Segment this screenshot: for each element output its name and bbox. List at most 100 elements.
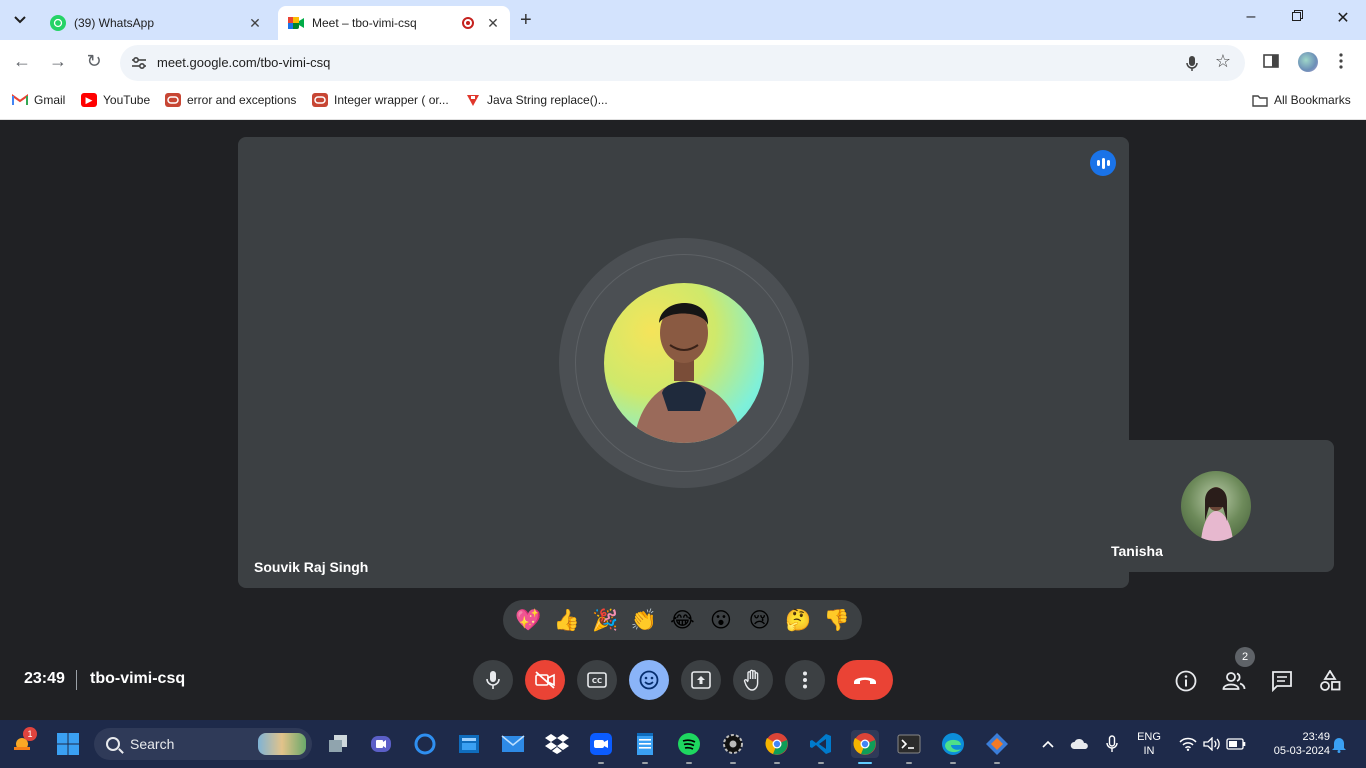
bookmark-label: YouTube bbox=[103, 93, 151, 107]
close-window-icon[interactable]: ✕ bbox=[1331, 8, 1355, 28]
reload-icon[interactable]: ↻ bbox=[82, 51, 106, 72]
vscode-icon[interactable] bbox=[807, 730, 835, 758]
oracle-icon bbox=[165, 93, 181, 107]
more-options-button[interactable] bbox=[785, 660, 825, 700]
all-bookmarks-button[interactable]: All Bookmarks bbox=[1252, 93, 1351, 107]
reaction-heart[interactable]: 💖 bbox=[511, 603, 545, 637]
bookmark-java-string-replace[interactable]: Java String replace()... bbox=[465, 93, 608, 107]
cortana-icon[interactable] bbox=[411, 730, 439, 758]
smiley-icon bbox=[639, 670, 659, 690]
javatpoint-icon bbox=[465, 93, 481, 107]
zoom-icon[interactable] bbox=[587, 730, 615, 758]
region-label: IN bbox=[1143, 745, 1155, 757]
search-icon bbox=[106, 737, 120, 751]
onedrive-icon[interactable] bbox=[1066, 730, 1094, 758]
spotify-icon[interactable] bbox=[675, 730, 703, 758]
reaction-thinking[interactable]: 🤔 bbox=[781, 603, 815, 637]
reaction-sad[interactable]: 😢 bbox=[743, 603, 777, 637]
close-tab-icon[interactable]: ✕ bbox=[486, 15, 500, 32]
reaction-thumbs-up[interactable]: 👍 bbox=[550, 603, 584, 637]
input-language[interactable]: ENG IN bbox=[1134, 730, 1164, 758]
bookmark-integer-wrapper[interactable]: Integer wrapper ( or... bbox=[312, 93, 449, 107]
bookmark-label: error and exceptions bbox=[187, 93, 297, 107]
camera-off-icon bbox=[535, 671, 555, 689]
microphone-button[interactable] bbox=[473, 660, 513, 700]
tab-whatsapp[interactable]: (39) WhatsApp ✕ bbox=[40, 6, 272, 40]
reaction-surprised[interactable]: 😮 bbox=[704, 603, 738, 637]
battery-icon[interactable] bbox=[1222, 730, 1250, 758]
speaking-indicator-icon bbox=[1090, 150, 1116, 176]
present-icon bbox=[691, 671, 711, 689]
notification-bell-icon[interactable] bbox=[1325, 730, 1353, 758]
taskbar-search[interactable]: Search bbox=[94, 728, 312, 760]
close-tab-icon[interactable]: ✕ bbox=[248, 15, 262, 32]
file-explorer-icon[interactable] bbox=[455, 730, 483, 758]
google-meet-icon bbox=[288, 15, 304, 31]
task-view-icon[interactable] bbox=[324, 730, 352, 758]
captions-button[interactable]: CC bbox=[577, 660, 617, 700]
oracle-icon bbox=[312, 93, 328, 107]
hand-icon bbox=[743, 669, 759, 691]
new-tab-button[interactable]: + bbox=[520, 9, 532, 32]
bookmark-label: Java String replace()... bbox=[487, 93, 608, 107]
camera-button[interactable] bbox=[525, 660, 565, 700]
back-icon[interactable]: ← bbox=[10, 51, 34, 72]
site-info-icon[interactable] bbox=[130, 54, 148, 72]
bookmark-error-and-exceptions[interactable]: error and exceptions bbox=[165, 93, 296, 107]
self-view-tile[interactable]: Tanisha bbox=[1099, 440, 1334, 572]
leave-call-button[interactable] bbox=[837, 660, 893, 700]
present-screen-button[interactable] bbox=[681, 660, 721, 700]
reactions-button[interactable] bbox=[629, 660, 669, 700]
dropbox-icon[interactable] bbox=[543, 730, 571, 758]
reaction-laugh[interactable]: 😂 bbox=[665, 603, 699, 637]
closed-captions-icon: CC bbox=[587, 672, 607, 688]
sourcetree-icon[interactable] bbox=[983, 730, 1011, 758]
avatar bbox=[604, 283, 764, 443]
reaction-clap[interactable]: 👏 bbox=[627, 603, 661, 637]
teams-meet-icon[interactable] bbox=[367, 730, 395, 758]
running-indicator bbox=[774, 762, 780, 764]
terminal-icon[interactable] bbox=[895, 730, 923, 758]
raise-hand-button[interactable] bbox=[733, 660, 773, 700]
forward-icon[interactable]: → bbox=[46, 51, 70, 72]
chrome-profile-icon[interactable] bbox=[763, 730, 791, 758]
bookmarks-bar: Gmail ▶ YouTube error and exceptions Int… bbox=[0, 86, 1366, 120]
microphone-tray-icon[interactable] bbox=[1098, 730, 1126, 758]
start-button[interactable] bbox=[54, 730, 82, 758]
avatar-ring bbox=[559, 238, 809, 488]
meeting-code: tbo-vimi-csq bbox=[90, 670, 186, 687]
notification-badge: 1 bbox=[23, 727, 37, 741]
voice-search-icon[interactable] bbox=[1183, 54, 1201, 72]
bookmark-star-icon[interactable]: ☆ bbox=[1215, 51, 1231, 72]
tab-search-button[interactable] bbox=[8, 8, 32, 32]
system-clock[interactable]: 23:49 05-03-2024 bbox=[1254, 730, 1330, 758]
restore-icon[interactable] bbox=[1285, 8, 1309, 26]
notepad-icon[interactable] bbox=[631, 730, 659, 758]
activities-button[interactable] bbox=[1314, 665, 1346, 697]
settings-gear-icon[interactable] bbox=[719, 730, 747, 758]
chrome-active-icon[interactable] bbox=[851, 730, 879, 758]
mail-icon[interactable] bbox=[499, 730, 527, 758]
search-highlight-image bbox=[258, 733, 306, 755]
running-indicator bbox=[642, 762, 648, 764]
profile-avatar[interactable] bbox=[1298, 52, 1318, 72]
running-indicator bbox=[730, 762, 736, 764]
people-button[interactable] bbox=[1218, 665, 1250, 697]
reaction-party[interactable]: 🎉 bbox=[588, 603, 622, 637]
reaction-thumbs-down[interactable]: 👎 bbox=[820, 603, 854, 637]
address-bar[interactable]: meet.google.com/tbo-vimi-csq ☆ bbox=[120, 45, 1245, 81]
windows-taskbar: 1 Search ENG IN 23:49 05-03-2024 bbox=[0, 720, 1366, 768]
bookmark-youtube[interactable]: ▶ YouTube bbox=[81, 93, 150, 107]
bookmark-gmail[interactable]: Gmail bbox=[12, 93, 65, 107]
browser-menu-icon[interactable] bbox=[1338, 53, 1344, 74]
chat-button[interactable] bbox=[1266, 665, 1298, 697]
tab-meet[interactable]: Meet – tbo-vimi-csq ✕ bbox=[278, 6, 510, 40]
side-panel-icon[interactable] bbox=[1263, 53, 1279, 74]
meeting-details-button[interactable] bbox=[1170, 665, 1202, 697]
recording-icon bbox=[462, 17, 474, 29]
edge-icon[interactable] bbox=[939, 730, 967, 758]
show-hidden-icons[interactable] bbox=[1034, 730, 1062, 758]
language-label: ENG bbox=[1137, 731, 1161, 743]
main-participant-tile[interactable]: Souvik Raj Singh bbox=[238, 137, 1129, 588]
minimize-icon[interactable]: – bbox=[1239, 8, 1263, 26]
